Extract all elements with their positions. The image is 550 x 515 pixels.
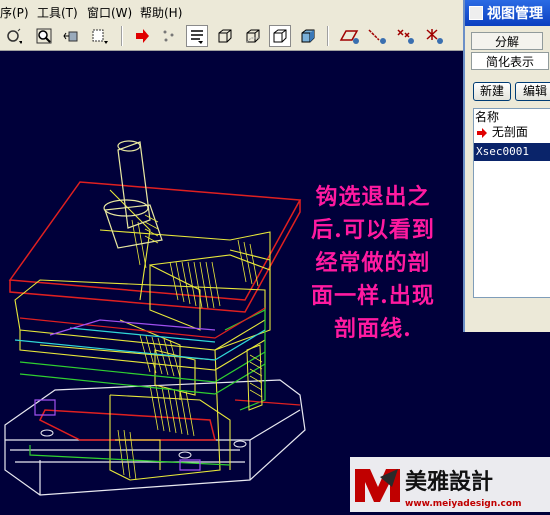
name-column-header: 名称 (475, 110, 500, 124)
list-item-label: 无剖面 (491, 125, 528, 139)
logo-url-text: www.meiyadesign.com (405, 499, 521, 509)
tab-simplified-rep[interactable]: 简化表示 (471, 52, 549, 70)
orient-icon[interactable] (88, 25, 110, 47)
view-manager-dialog: 视图管理 分解 简化表示 新建 编辑 名称 无剖面 Xsec0001 (463, 0, 550, 332)
dialog-app-icon (469, 6, 483, 20)
no-hidden-icon[interactable] (269, 25, 291, 47)
annotation-line: 钩选退出之 (315, 184, 431, 210)
datum-point-icon[interactable] (158, 25, 180, 47)
annotation-line: 经常做的剖 (315, 250, 431, 276)
datum-axis-icon[interactable] (367, 25, 389, 47)
tab-explode[interactable]: 分解 (471, 32, 543, 50)
list-item[interactable]: 无剖面 (474, 123, 550, 141)
new-button[interactable]: 新建 (473, 82, 511, 101)
wireframe-icon[interactable] (214, 25, 236, 47)
tutorial-annotation: 钩选退出之 后.可以看到 经常做的剖 面一样.出现 剖面线. (298, 181, 448, 346)
shading-icon[interactable] (297, 25, 319, 47)
redraw-arrow-icon[interactable] (131, 25, 153, 47)
annotation-line: 后.可以看到 (311, 217, 435, 243)
spin-center-icon[interactable] (2, 25, 24, 47)
dialog-titlebar[interactable]: 视图管理 (465, 0, 550, 26)
menu-tools[interactable]: 工具(T) (37, 4, 78, 21)
model-tree-icon[interactable] (186, 25, 208, 47)
zoom-window-icon[interactable] (33, 25, 55, 47)
dialog-title: 视图管理 (487, 6, 543, 22)
logo-brand-text: 美雅設計 (405, 469, 493, 495)
refit-icon[interactable] (60, 25, 82, 47)
list-item-label: Xsec0001 (476, 145, 529, 158)
toolbar-separator (121, 26, 123, 46)
coordinate-system-icon[interactable] (423, 25, 445, 47)
annotation-line: 剖面线. (334, 316, 412, 342)
meiya-logo: 美雅設計 www.meiyadesign.com (350, 457, 550, 512)
datum-plane-icon[interactable] (339, 25, 361, 47)
menu-help[interactable]: 帮助(H) (140, 4, 182, 21)
menu-window[interactable]: 窗口(W) (87, 4, 132, 21)
section-list[interactable]: 无剖面 Xsec0001 (473, 108, 550, 298)
annotation-line: 面一样.出现 (311, 283, 435, 309)
edit-button[interactable]: 编辑 (515, 82, 550, 101)
toolbar-separator (327, 26, 329, 46)
datum-point-display-icon[interactable] (395, 25, 417, 47)
hidden-line-icon[interactable] (242, 25, 264, 47)
red-arrow-icon (477, 127, 487, 138)
list-item-selected[interactable]: Xsec0001 (474, 143, 550, 161)
logo-graphic: 美雅設計 www.meiyadesign.com (355, 469, 521, 509)
menu-program[interactable]: 序(P) (0, 4, 29, 21)
